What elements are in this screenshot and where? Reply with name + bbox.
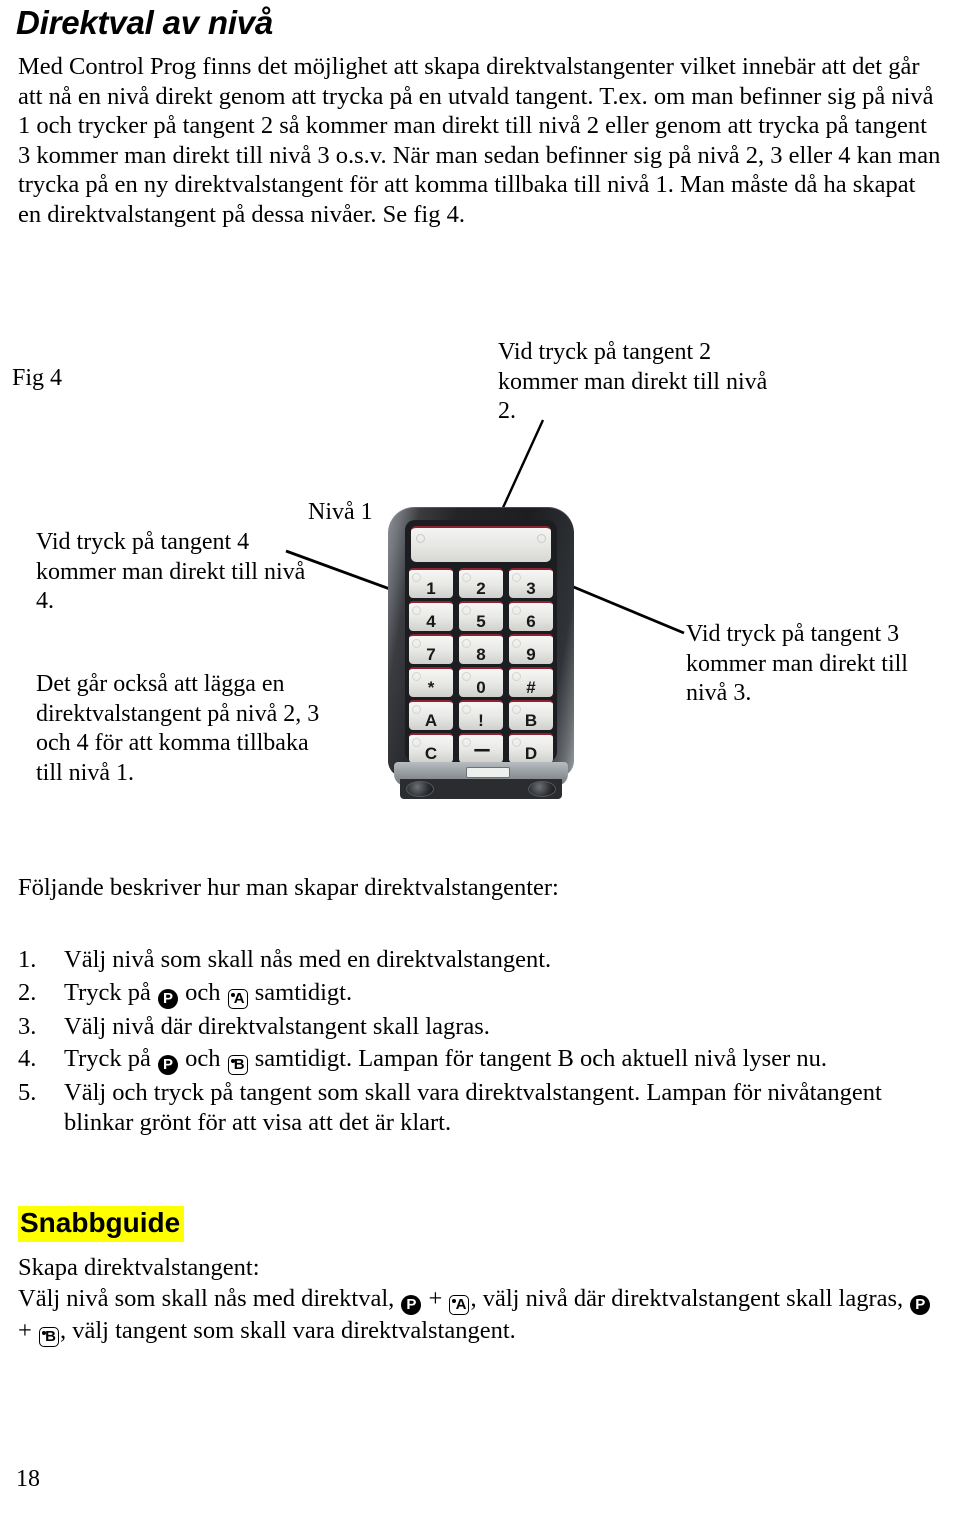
snabbguide-line-1: Skapa direktvalstangent: [18,1254,260,1281]
step-text: Tryck på P och A samtidigt. [64,978,353,1009]
step-item: 3. Välj nivå där direktvalstangent skall … [18,1012,942,1042]
prog-key-icon: P [158,988,179,1009]
callout-tangent-2: Vid tryck på tangent 2 kommer man direkt… [498,339,768,424]
step-item: 4. Tryck på P och B samtidigt. Lampan för… [18,1044,942,1075]
snabbguide-heading: Snabbguide [18,1206,185,1242]
device-key[interactable]: ! [459,700,503,730]
function-key-icon: B [38,1327,59,1347]
prog-key-icon: P [910,1295,931,1315]
step-number: 2. [18,978,37,1006]
snabbguide-rich-text: Välj nivå som skall nås med direktval, P… [18,1283,942,1347]
device-base-connectors [400,779,562,799]
prog-key-icon: P [401,1295,422,1315]
device-key[interactable]: A [409,700,453,730]
device-key[interactable]: 5 [459,601,503,631]
step-text: Välj nivå där direktvalstangent skall la… [64,1012,490,1040]
steps-list: 1. Välj nivå som skall nås med en direktv… [18,945,942,1140]
device-key[interactable]: B [509,700,553,730]
callout-extra-note: Det går också att lägga en direktvalstan… [36,671,320,786]
step-text: Välj nivå som skall nås med en direktval… [64,946,552,973]
step-text: Tryck på P och B samtidigt. Lampan för t… [64,1045,827,1075]
keypad-device: 1 2 3 4 5 6 7 8 9 * 0 # A ! B C --- D [388,507,574,799]
step-number: 5. [18,1079,37,1106]
steps-lead-line: Följande beskriver hur man skapar direkt… [18,874,559,901]
snabbguide-body: Skapa direktvalstangent: Välj nivå som s… [18,1252,942,1347]
device-key[interactable]: 4 [409,601,453,631]
device-key[interactable]: --- [459,733,503,763]
callout-tangent-4: Vid tryck på tangent 4 kommer man direkt… [36,529,306,614]
device-key[interactable]: # [509,667,553,697]
step-number: 3. [18,1012,37,1040]
page-title: Direktval av nivå [16,4,274,41]
device-key[interactable]: 2 [459,568,503,598]
device-key[interactable]: 6 [509,601,553,631]
device-key[interactable]: 3 [509,568,553,598]
device-key[interactable]: C [409,733,453,763]
step-number: 4. [18,1045,37,1072]
page-number: 18 [16,1466,40,1492]
step-item: 5. Välj och tryck på tangent som skall va… [18,1078,942,1137]
figure-4: Fig 4 Vid tryck på tangent 2 kommer man … [0,320,960,840]
device-keypad: 1 2 3 4 5 6 7 8 9 * 0 # A ! B C --- D [409,568,553,763]
prog-key-icon: P [158,1055,179,1075]
figure-label: Fig 4 [12,365,63,391]
device-key[interactable]: 8 [459,634,503,664]
function-key-icon: B [227,1055,248,1075]
device-key[interactable]: D [509,733,553,763]
device-key[interactable]: * [409,667,453,697]
step-text: Välj och tryck på tangent som skall vara… [64,1079,882,1136]
step-item: 1. Välj nivå som skall nås med en direktv… [18,945,942,975]
device-display [411,526,551,562]
step-number: 1. [18,946,37,973]
function-key-icon: A [449,1295,470,1315]
device-key[interactable]: 9 [509,634,553,664]
intro-paragraph: Med Control Prog finns det möjlighet att… [18,53,941,228]
function-key-icon: A [227,988,248,1009]
device-key[interactable]: 7 [409,634,453,664]
callout-tangent-3: Vid tryck på tangent 3 kommer man direkt… [686,621,908,706]
callout-level-1: Nivå 1 [308,499,373,525]
device-key[interactable]: 1 [409,568,453,598]
device-chin-label [466,767,510,778]
step-item: 2. Tryck på P och A samtidigt. [18,978,942,1009]
device-key[interactable]: 0 [459,667,503,697]
